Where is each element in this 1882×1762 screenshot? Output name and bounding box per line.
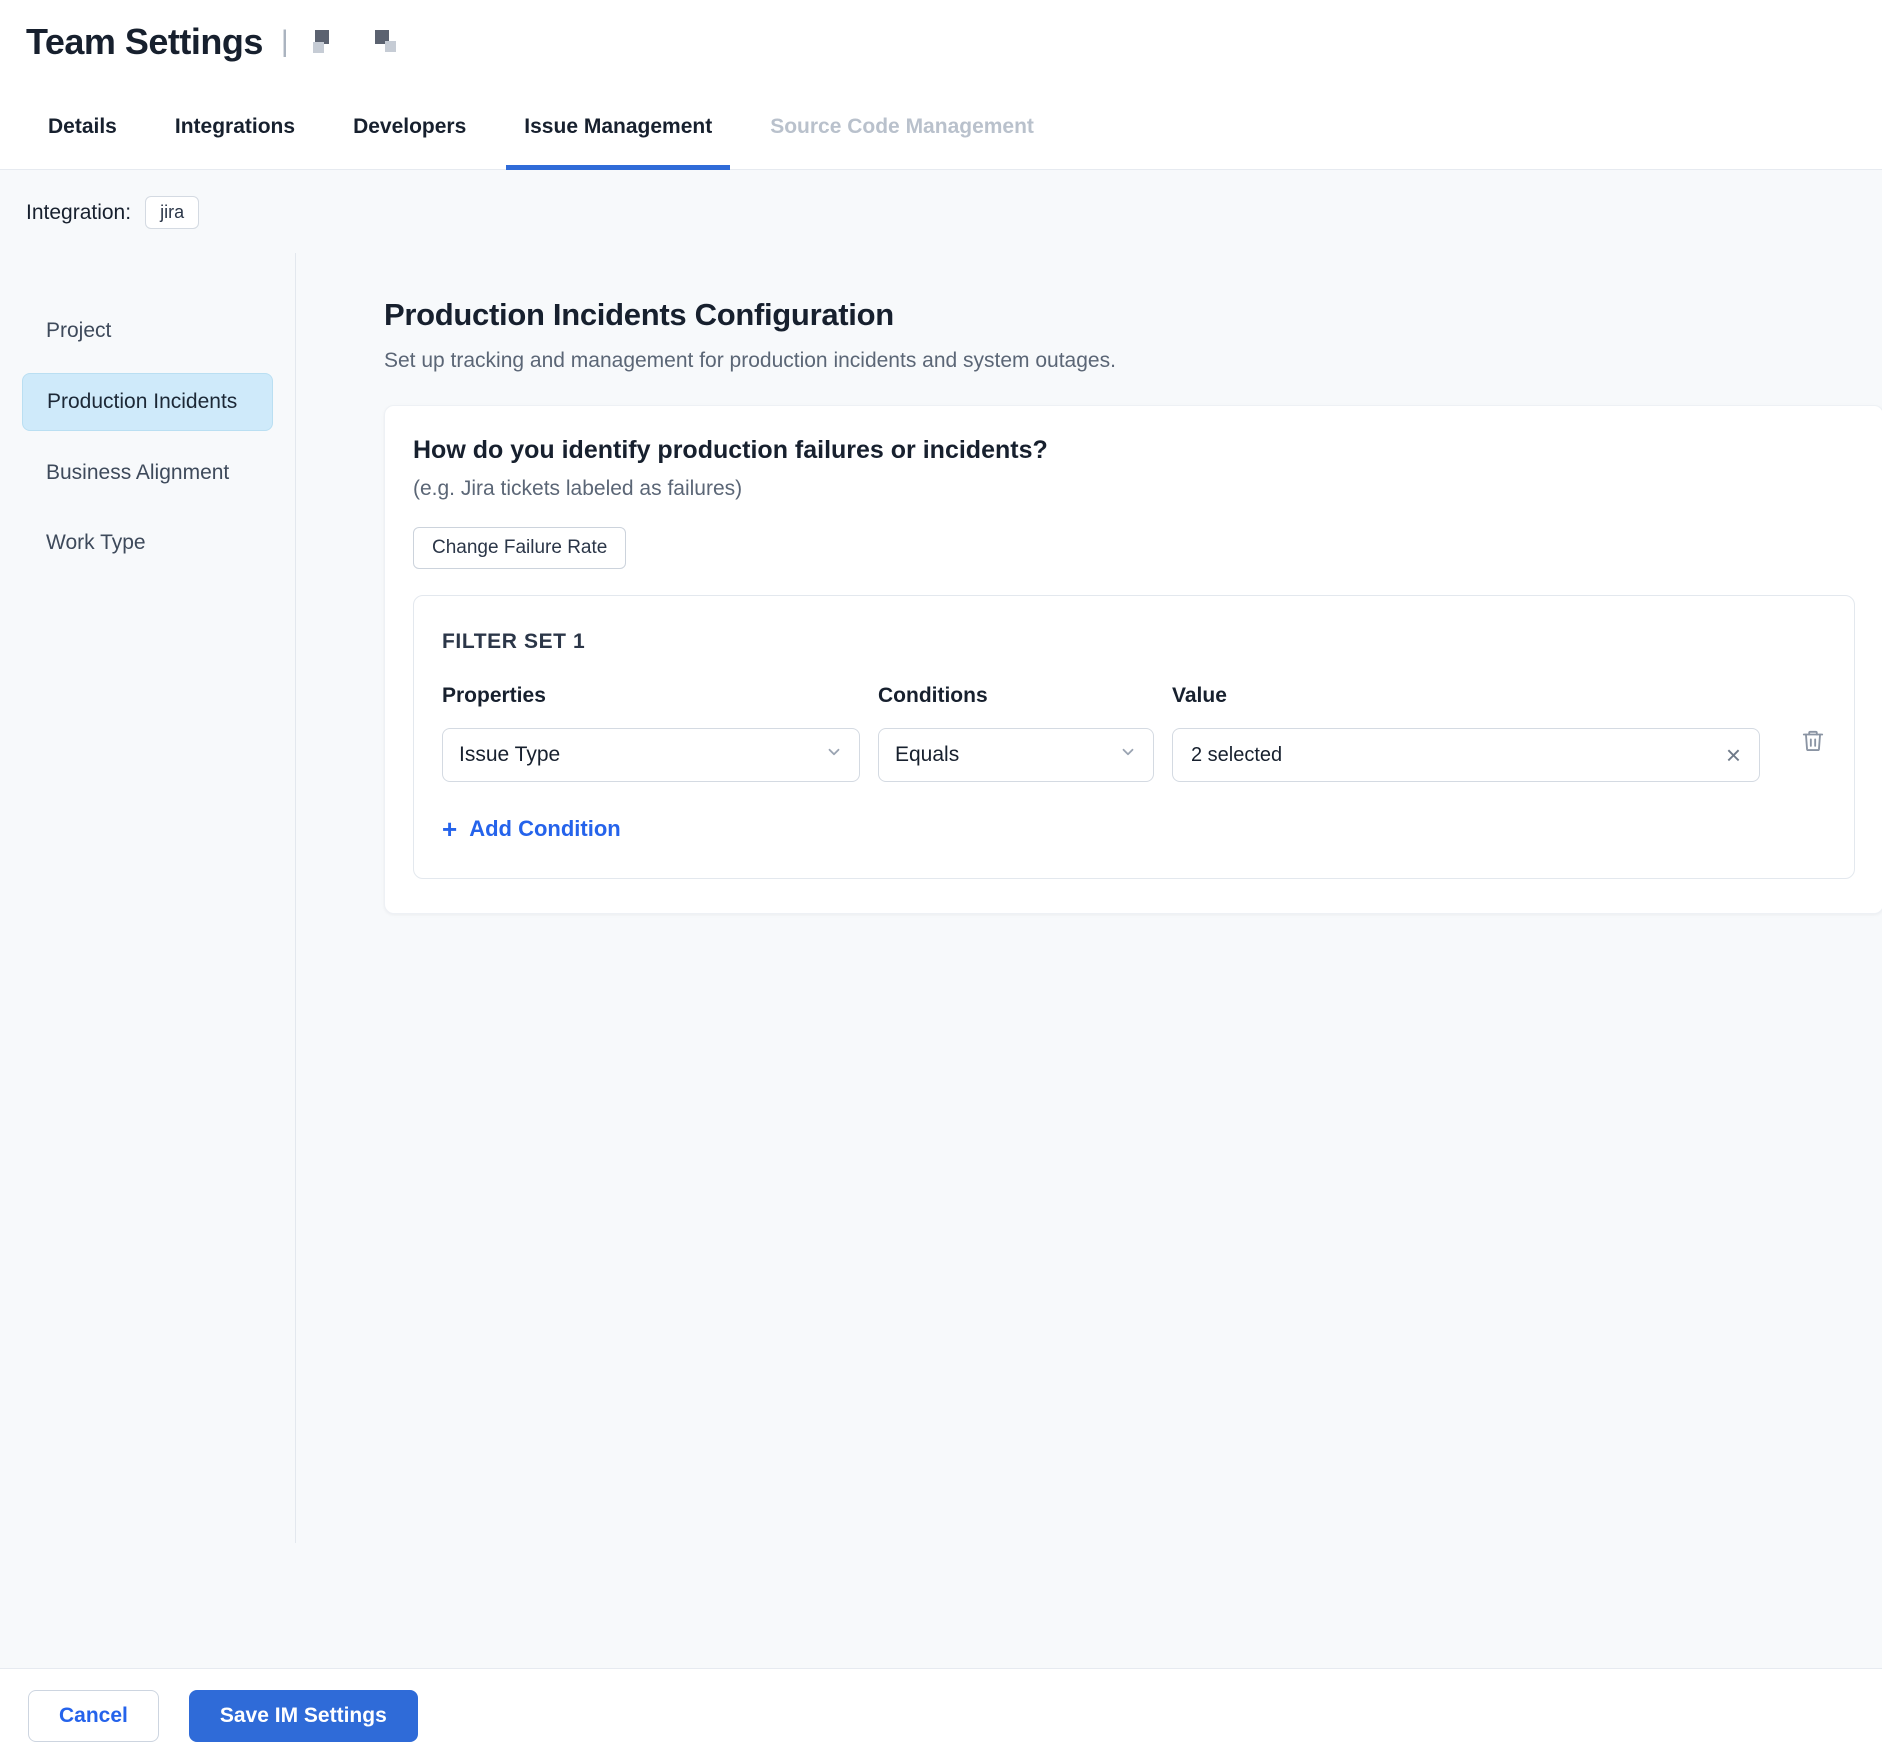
properties-column-label: Properties [442,684,860,708]
condition-select[interactable]: Equals [878,728,1154,782]
change-failure-rate-button[interactable]: Change Failure Rate [413,527,626,569]
config-question: How do you identify production failures … [413,436,1855,465]
tab-source-code-management[interactable]: Source Code Management [752,84,1052,169]
content-area: Project Production Incidents Business Al… [0,253,1882,1671]
tab-bar: Details Integrations Developers Issue Ma… [0,84,1882,170]
integration-row: Integration: jira [0,170,1882,253]
value-column-label: Value [1172,684,1760,708]
tab-details[interactable]: Details [30,84,135,169]
condition-select-value: Equals [895,743,959,767]
main-pane: Production Incidents Configuration Set u… [296,253,1882,914]
add-condition-label: Add Condition [469,816,621,842]
filter-row: Properties Issue Type Conditions Equals [442,684,1826,782]
tab-issue-management[interactable]: Issue Management [506,84,730,169]
value-multiselect[interactable]: 2 selected × [1172,728,1760,782]
chevron-down-icon [825,743,843,767]
app-header: Team Settings | [0,0,1882,84]
integration-chip: jira [145,196,199,229]
trash-icon [1800,728,1826,759]
plus-icon: + [442,816,457,842]
integration-label: Integration: [26,201,131,225]
sidebar-item-production-incidents[interactable]: Production Incidents [22,373,273,431]
integration-logo-icon [373,28,401,56]
footer-action-bar: Cancel Save IM Settings [0,1668,1882,1762]
add-condition-button[interactable]: + Add Condition [442,816,621,842]
page-title: Team Settings [26,21,263,63]
tab-integrations[interactable]: Integrations [157,84,313,169]
settings-sidebar: Project Production Incidents Business Al… [0,253,296,1543]
incidents-config-card: How do you identify production failures … [384,405,1882,914]
filter-set-title: FILTER SET 1 [442,630,1826,654]
filter-set-card: FILTER SET 1 Properties Issue Type Condi… [413,595,1855,879]
clear-selection-icon[interactable]: × [1726,742,1741,768]
sidebar-item-business-alignment[interactable]: Business Alignment [22,445,273,501]
property-select-value: Issue Type [459,743,560,767]
sidebar-item-project[interactable]: Project [22,303,273,359]
value-multiselect-text: 2 selected [1191,744,1282,767]
property-select[interactable]: Issue Type [442,728,860,782]
integration-logo-icon [313,28,341,56]
conditions-column-label: Conditions [878,684,1154,708]
cancel-button[interactable]: Cancel [28,1690,159,1742]
delete-filter-button[interactable] [1800,728,1826,759]
config-hint: (e.g. Jira tickets labeled as failures) [413,477,1855,501]
tab-developers[interactable]: Developers [335,84,484,169]
save-im-settings-button[interactable]: Save IM Settings [189,1690,418,1742]
section-title: Production Incidents Configuration [384,297,1882,333]
title-separator: | [281,25,289,59]
section-subtitle: Set up tracking and management for produ… [384,349,1882,373]
sidebar-item-work-type[interactable]: Work Type [22,515,273,571]
chevron-down-icon [1119,743,1137,767]
